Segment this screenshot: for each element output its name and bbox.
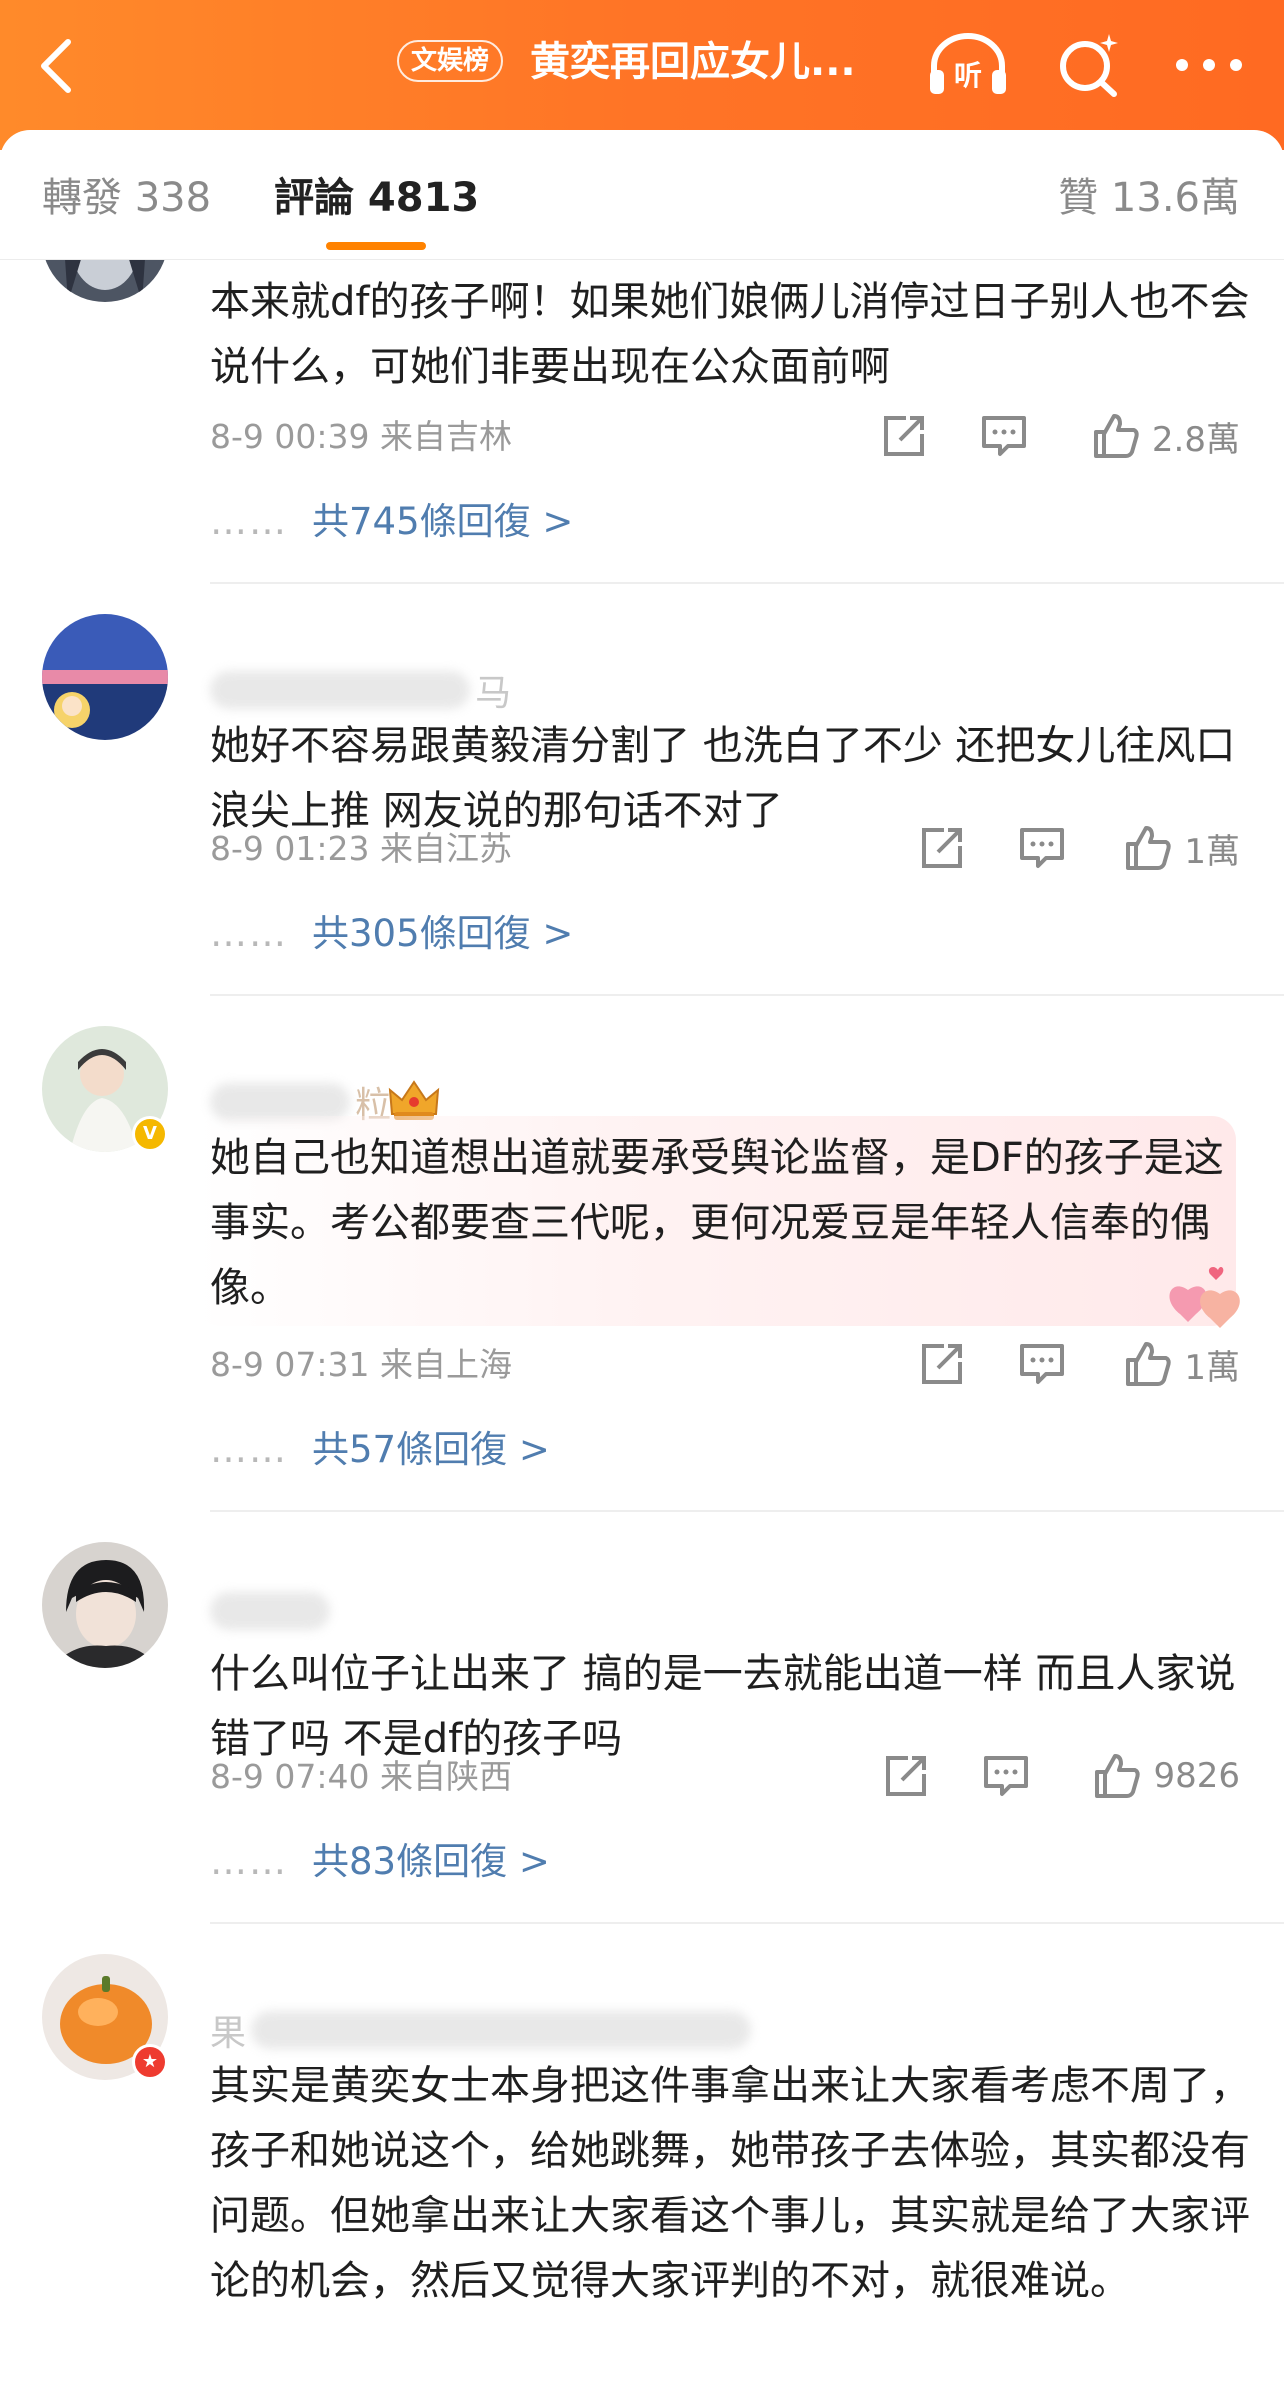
view-replies-link[interactable]: …… 共83條回復 > <box>210 1836 550 1888</box>
repost-icon[interactable] <box>880 1750 932 1802</box>
like-count: 1萬 <box>1184 831 1240 872</box>
repost-icon[interactable] <box>916 1338 968 1390</box>
reply-count: 共57條回復 > <box>312 1428 550 1471</box>
page-title: 黄奕再回应女儿... <box>530 39 856 85</box>
comment-text: 她自己也知道想出道就要承受舆论监督，是DF的孩子是这事实。考公都要查三代呢，更何… <box>210 1135 1224 1311</box>
tab-comment[interactable]: 評論 4813 <box>274 170 479 226</box>
comment-meta: 8-9 07:31 来自上海 <box>210 1345 512 1384</box>
reply-count: 共83條回復 > <box>312 1840 550 1883</box>
search-icon[interactable] <box>1054 28 1124 100</box>
reply-count: 共745條回復 > <box>312 500 574 543</box>
view-replies-link[interactable]: …… 共57條回復 > <box>210 1424 550 1476</box>
view-replies-link[interactable]: …… 共305條回復 > <box>210 908 573 960</box>
like-count: 9826 <box>1153 1756 1240 1796</box>
verified-badge: V <box>132 1116 168 1152</box>
member-badge: ★ <box>132 2044 168 2080</box>
divider <box>210 1922 1284 1924</box>
thumbs-up-icon <box>1093 414 1139 458</box>
comment-text: 其实是黄奕女士本身把这件事拿出来让大家看考虑不周了，孩子和她说这个，给她跳舞，她… <box>210 2063 1250 2304</box>
reply-dots: …… <box>210 1840 288 1883</box>
reply-count: 共305條回復 > <box>312 912 574 955</box>
like-count: 1萬 <box>1184 1347 1240 1388</box>
reply-dots: …… <box>210 1428 288 1471</box>
thumbs-up-icon <box>1126 826 1172 870</box>
active-tab-indicator <box>326 242 426 250</box>
comment-icon[interactable] <box>978 410 1030 462</box>
listen-icon[interactable]: 听 <box>924 28 1012 100</box>
avatar[interactable] <box>42 260 168 302</box>
avatar[interactable] <box>42 614 168 740</box>
view-replies-link[interactable]: …… 共745條回復 > <box>210 496 573 548</box>
thumbs-up-icon <box>1126 1342 1172 1386</box>
username[interactable]: 马 <box>210 664 511 714</box>
thumbs-up-icon <box>1095 1754 1141 1798</box>
comment-icon[interactable] <box>1016 1338 1068 1390</box>
comment-meta: 8-9 01:23 来自江苏 <box>210 829 512 868</box>
repost-icon[interactable] <box>878 410 930 462</box>
username[interactable]: 果 <box>210 2004 752 2054</box>
tab-repost[interactable]: 轉發 338 <box>42 170 211 226</box>
topic-badge[interactable]: 文娱榜 <box>397 40 504 82</box>
like-button[interactable]: 1萬 <box>1122 822 1240 874</box>
username-visible: 马 <box>475 673 512 714</box>
top-bar: 文娱榜 黄奕再回应女儿... 听 <box>0 0 1284 150</box>
tab-like[interactable]: 贊 13.6萬 <box>1058 170 1240 226</box>
divider <box>210 994 1284 996</box>
avatar[interactable] <box>42 1542 168 1668</box>
comment-meta: 8-9 00:39 来自吉林 <box>210 417 512 456</box>
comment-meta: 8-9 07:40 来自陕西 <box>210 1757 512 1796</box>
like-button[interactable]: 2.8萬 <box>1090 410 1240 462</box>
comment-list[interactable]: 本来就df的孩子啊！如果她们娘俩儿消停过日子别人也不会说什么，可她们非要出现在公… <box>0 260 1284 2386</box>
repost-icon[interactable] <box>916 822 968 874</box>
like-button[interactable]: 1萬 <box>1122 1338 1240 1390</box>
like-count: 2.8萬 <box>1151 419 1240 460</box>
comment-icon[interactable] <box>980 1750 1032 1802</box>
reply-dots: …… <box>210 500 288 543</box>
comment-text: 本来就df的孩子啊！如果她们娘俩儿消停过日子别人也不会说什么，可她们非要出现在公… <box>210 279 1250 390</box>
back-icon[interactable] <box>30 30 90 100</box>
username-visible: 果 <box>210 2013 247 2054</box>
reply-dots: …… <box>210 912 288 955</box>
comment-icon[interactable] <box>1016 822 1068 874</box>
listen-label: 听 <box>954 59 982 92</box>
divider <box>210 582 1284 584</box>
more-icon[interactable] <box>1172 40 1246 90</box>
tab-bar: 轉發 338 評論 4813 贊 13.6萬 <box>0 130 1284 260</box>
divider <box>210 1510 1284 1512</box>
comment-text: 她好不容易跟黄毅清分割了 也洗白了不少 还把女儿往风口浪尖上推 网友说的那句话不… <box>210 723 1236 834</box>
username[interactable] <box>210 1592 330 1642</box>
like-button[interactable]: 9826 <box>1091 1750 1240 1802</box>
